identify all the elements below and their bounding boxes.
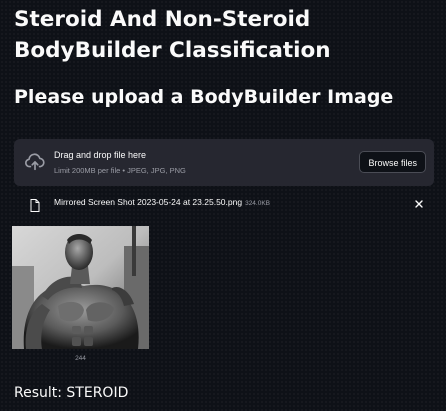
browse-files-button[interactable]: Browse files <box>359 151 426 173</box>
dropzone-instructions: Drag and drop file here <box>54 150 147 160</box>
page-subtitle: Please upload a BodyBuilder Image <box>14 86 394 108</box>
app-page: Steroid And Non-Steroid BodyBuilder Clas… <box>0 0 446 411</box>
page-title: Steroid And Non-Steroid BodyBuilder Clas… <box>14 7 331 63</box>
file-name-text: Mirrored Screen Shot 2023-05-24 at 23.25… <box>54 197 243 207</box>
uploaded-file-name: Mirrored Screen Shot 2023-05-24 at 23.25… <box>54 197 270 207</box>
file-dropzone[interactable]: Drag and drop file here Limit 200MB per … <box>14 139 434 186</box>
uploaded-file-row: Mirrored Screen Shot 2023-05-24 at 23.25… <box>14 195 434 213</box>
uploaded-image <box>12 226 149 349</box>
dropzone-limit-text: Limit 200MB per file • JPEG, JPG, PNG <box>54 166 186 175</box>
result-text: Result: STEROID <box>14 385 129 401</box>
bodybuilder-photo-icon <box>12 226 149 349</box>
upload-cloud-icon <box>24 151 46 173</box>
close-icon[interactable] <box>412 196 426 210</box>
image-caption: 244 <box>75 355 86 362</box>
file-icon <box>30 197 40 212</box>
file-size-text: 324.0KB <box>245 200 271 207</box>
